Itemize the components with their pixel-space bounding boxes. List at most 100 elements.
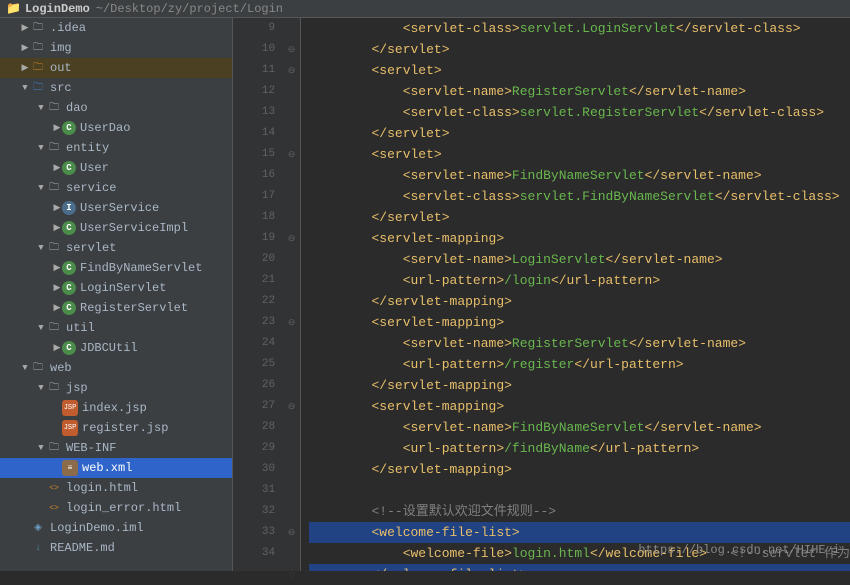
expand-arrow-icon[interactable]	[52, 263, 62, 273]
code-line[interactable]: <servlet-class>servlet.LoginServlet</ser…	[309, 18, 850, 39]
tree-item-util[interactable]: 🗀util	[0, 318, 232, 338]
expand-arrow-icon[interactable]	[20, 63, 30, 73]
expand-arrow-icon[interactable]	[52, 163, 62, 173]
tree-item-logindemo-iml[interactable]: ◈LoginDemo.iml	[0, 518, 232, 538]
tree-item-userservice[interactable]: IUserService	[0, 198, 232, 218]
code-line[interactable]	[309, 480, 850, 501]
tree-label: register.jsp	[82, 421, 168, 435]
fold-mark[interactable]: ◌	[283, 564, 300, 585]
tree-label: UserDao	[80, 121, 130, 135]
tree-label: WEB-INF	[66, 441, 116, 455]
fold-mark[interactable]: ⊖	[283, 144, 300, 165]
expand-arrow-icon[interactable]	[52, 203, 62, 213]
code-line[interactable]: <!--设置默认欢迎文件规则-->	[309, 501, 850, 522]
code-line[interactable]: <url-pattern>/register</url-pattern>	[309, 354, 850, 375]
tree-label: dao	[66, 101, 88, 115]
expand-arrow-icon[interactable]	[20, 363, 30, 373]
code-line[interactable]: <servlet-mapping>	[309, 312, 850, 333]
fold-mark	[283, 102, 300, 123]
tree-item-user[interactable]: CUser	[0, 158, 232, 178]
fold-mark[interactable]: ⊖	[283, 39, 300, 60]
code-line[interactable]: <servlet-name>FindByNameServlet</servlet…	[309, 165, 850, 186]
expand-arrow-icon[interactable]	[36, 243, 46, 253]
tree-item-index-jsp[interactable]: JSPindex.jsp	[0, 398, 232, 418]
expand-arrow-icon[interactable]	[52, 123, 62, 133]
tree-item-entity[interactable]: 🗀entity	[0, 138, 232, 158]
tree-label: LoginDemo.iml	[50, 521, 144, 535]
tree-item-service[interactable]: 🗀service	[0, 178, 232, 198]
code-line[interactable]: <servlet-mapping>	[309, 228, 850, 249]
tree-item-loginservlet[interactable]: CLoginServlet	[0, 278, 232, 298]
tree-item-findbynameservlet[interactable]: CFindByNameServlet	[0, 258, 232, 278]
tree-item-jdbcutil[interactable]: CJDBCUtil	[0, 338, 232, 358]
code-line[interactable]: </servlet-mapping>	[309, 459, 850, 480]
fold-mark[interactable]: ⊖	[283, 228, 300, 249]
tree-item-dao[interactable]: 🗀 dao	[0, 98, 232, 118]
tree-label: jsp	[66, 381, 88, 395]
code-line[interactable]: <servlet-name>RegisterServlet</servlet-n…	[309, 81, 850, 102]
expand-arrow-icon[interactable]	[36, 323, 46, 333]
fold-mark[interactable]: ⊖	[283, 60, 300, 81]
tree-item-userserviceimpl[interactable]: CUserServiceImpl	[0, 218, 232, 238]
line-number: 11	[233, 60, 275, 81]
tree-item-web-xml[interactable]: ≡web.xml	[0, 458, 232, 478]
tree-item-img[interactable]: 🗀img	[0, 38, 232, 58]
folder-icon: 🗀	[46, 100, 62, 116]
tree-item-out[interactable]: 🗀out	[0, 58, 232, 78]
expand-arrow-icon[interactable]	[52, 283, 62, 293]
expand-arrow-icon[interactable]	[36, 443, 46, 453]
tree-item-web-inf[interactable]: 🗀WEB-INF	[0, 438, 232, 458]
fold-mark[interactable]: ⊖	[283, 522, 300, 543]
code-line[interactable]: <welcome-file-list>	[309, 522, 850, 543]
fold-gutter[interactable]: ⊖⊖⊖⊖⊖⊖⊖◌	[283, 18, 301, 571]
code-line[interactable]: <url-pattern>/login</url-pattern>	[309, 270, 850, 291]
expand-arrow-icon[interactable]	[36, 103, 46, 113]
tree-item-servlet[interactable]: 🗀servlet	[0, 238, 232, 258]
tree-item-register-jsp[interactable]: JSPregister.jsp	[0, 418, 232, 438]
expand-arrow-icon[interactable]	[20, 43, 30, 53]
fold-mark[interactable]: ⊖	[283, 312, 300, 333]
tree-item--idea[interactable]: 🗀.idea	[0, 18, 232, 38]
code-line[interactable]: </welcome-file-list>	[309, 564, 850, 571]
code-line[interactable]: <url-pattern>/findByName</url-pattern>	[309, 438, 850, 459]
expand-arrow-icon[interactable]	[20, 83, 30, 93]
gutter: 9101112131415161718192021222324252627282…	[233, 18, 283, 571]
code-line[interactable]: </servlet-mapping>	[309, 291, 850, 312]
tree-item-src[interactable]: 🗀src	[0, 78, 232, 98]
expand-arrow-icon[interactable]	[52, 303, 62, 313]
expand-arrow-icon[interactable]	[36, 183, 46, 193]
code-line[interactable]: <servlet-name>RegisterServlet</servlet-n…	[309, 333, 850, 354]
code-line[interactable]: <servlet-mapping>	[309, 396, 850, 417]
tree-item-login-html[interactable]: <>login.html	[0, 478, 232, 498]
tree-item-web[interactable]: 🗀web	[0, 358, 232, 378]
expand-arrow-icon[interactable]	[36, 143, 46, 153]
expand-arrow-icon[interactable]	[36, 383, 46, 393]
code-line[interactable]: </servlet-mapping>	[309, 375, 850, 396]
code-line[interactable]: <servlet-name>FindByNameServlet</servlet…	[309, 417, 850, 438]
code-line[interactable]: </servlet>	[309, 39, 850, 60]
code-line[interactable]: <servlet-name>LoginServlet</servlet-name…	[309, 249, 850, 270]
expand-arrow-icon[interactable]	[52, 223, 62, 233]
tree-item-readme-md[interactable]: ↓README.md	[0, 538, 232, 558]
editor[interactable]: 9101112131415161718192021222324252627282…	[233, 18, 850, 571]
tree-label: login_error.html	[66, 501, 181, 515]
tree-item-userdao[interactable]: CUserDao	[0, 118, 232, 138]
code-line[interactable]: </servlet>	[309, 123, 850, 144]
code-line[interactable]: </servlet>	[309, 207, 850, 228]
tree-item-login_error-html[interactable]: <>login_error.html	[0, 498, 232, 518]
code-line[interactable]: <servlet>	[309, 60, 850, 81]
tree-label: index.jsp	[82, 401, 147, 415]
code-line[interactable]: <servlet-class>servlet.RegisterServlet</…	[309, 102, 850, 123]
fold-mark[interactable]: ⊖	[283, 396, 300, 417]
code-area[interactable]: <servlet-class>servlet.LoginServlet</ser…	[301, 18, 850, 571]
project-tree[interactable]: 🗀.idea🗀img🗀out🗀src🗀daoCUserDao🗀entityCUs…	[0, 18, 233, 571]
expand-arrow-icon[interactable]	[20, 23, 30, 33]
expand-arrow-icon[interactable]	[52, 343, 62, 353]
tree-item-registerservlet[interactable]: CRegisterServlet	[0, 298, 232, 318]
tree-item-jsp[interactable]: 🗀jsp	[0, 378, 232, 398]
tree-label: README.md	[50, 541, 115, 555]
fold-mark	[283, 543, 300, 564]
code-line[interactable]: <servlet>	[309, 144, 850, 165]
folder-icon: 🗀	[46, 320, 62, 336]
code-line[interactable]: <servlet-class>servlet.FindByNameServlet…	[309, 186, 850, 207]
